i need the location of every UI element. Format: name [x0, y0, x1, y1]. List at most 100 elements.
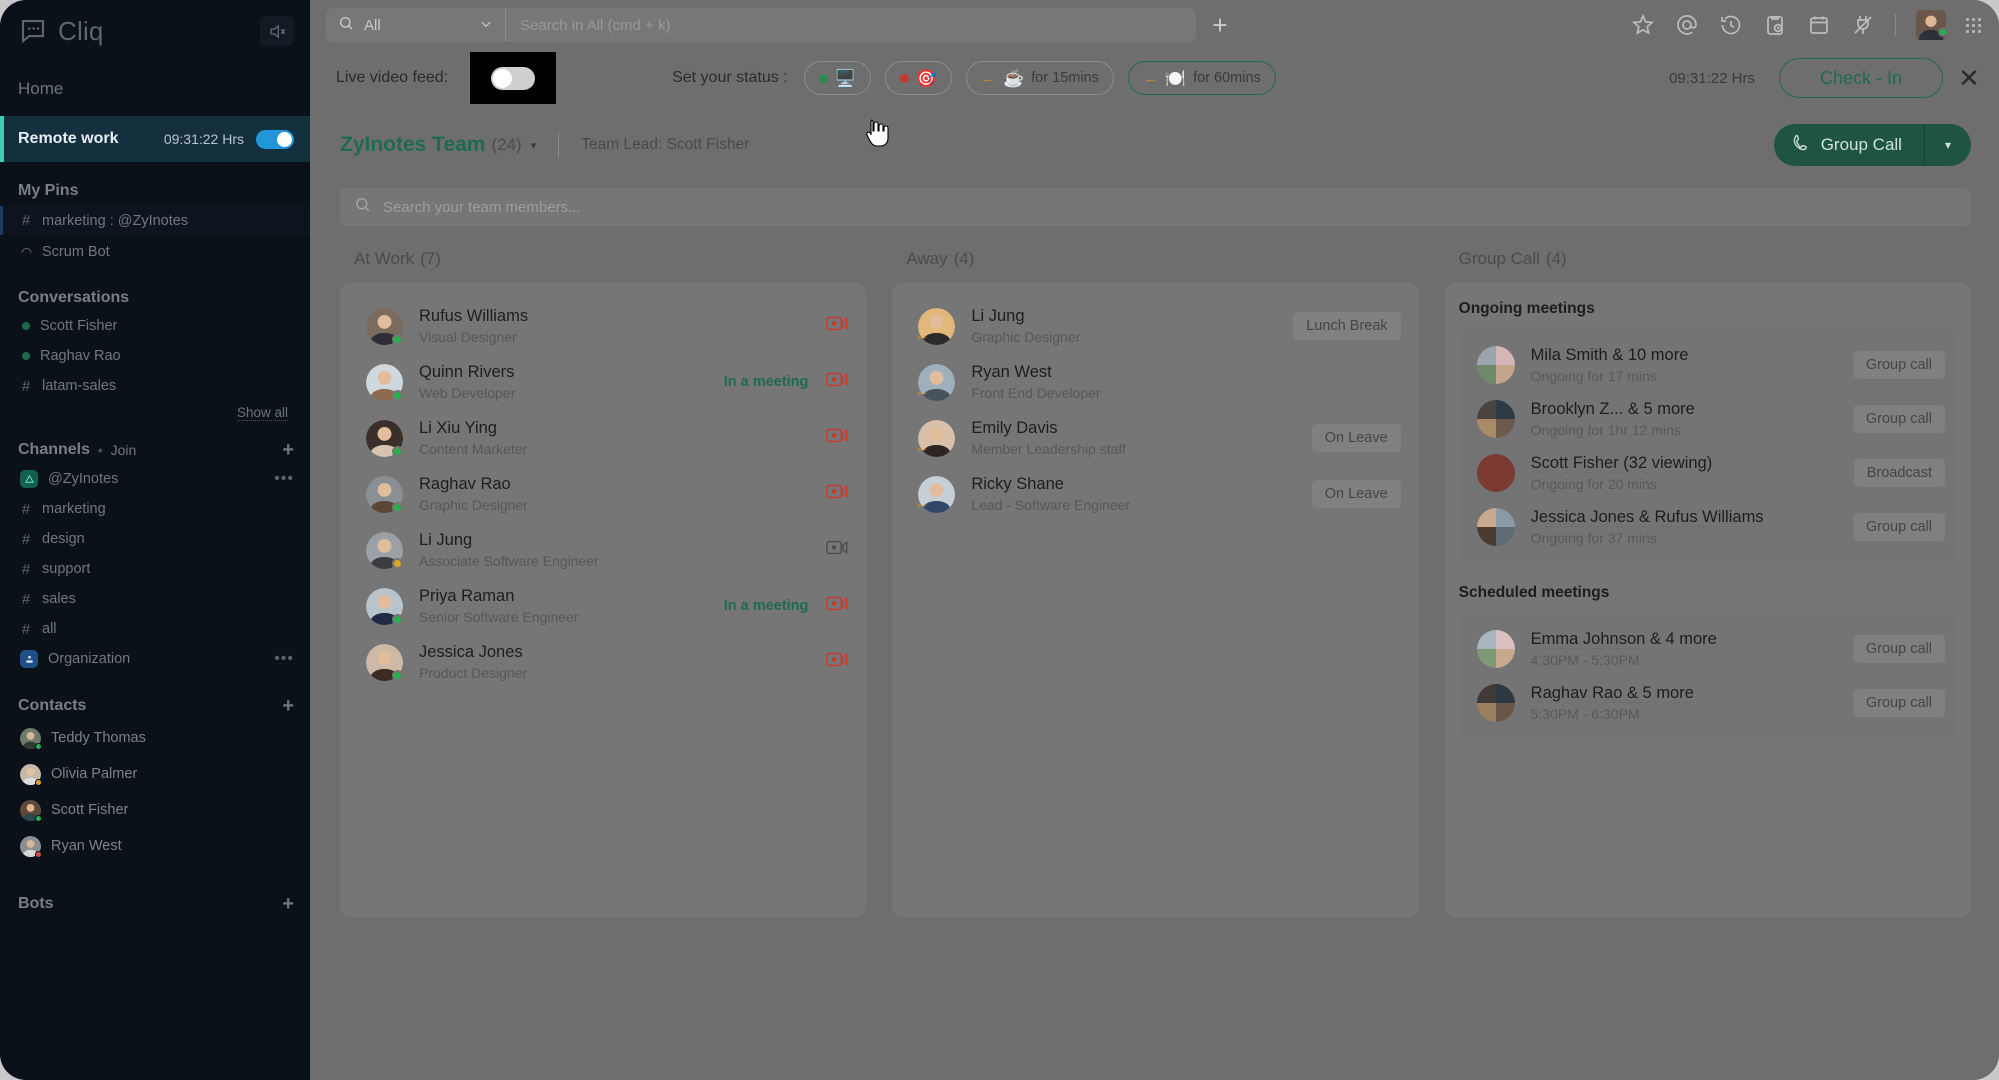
add-bot-button[interactable]: +	[282, 894, 294, 914]
channel-item-sales[interactable]: # sales	[0, 586, 310, 612]
apps-grid-icon[interactable]	[1966, 17, 1981, 33]
away-card: ← Li Jung Graphic Designer Lunch Break ← Ryan…	[892, 282, 1419, 918]
avatar: ←	[914, 363, 956, 401]
conversation-item-raghav-rao[interactable]: Raghav Rao	[0, 343, 310, 369]
meeting-action-button[interactable]: Broadcast	[1853, 459, 1945, 487]
group-call-button-label-wrap[interactable]: Group Call	[1774, 133, 1924, 157]
team-member-search[interactable]	[340, 188, 1971, 226]
at-mention-icon[interactable]	[1675, 13, 1699, 37]
meeting-action-button[interactable]: Group call	[1852, 635, 1945, 663]
table-row[interactable]: Rufus Williams Visual Designer	[340, 298, 866, 354]
contact-item-olivia-palmer[interactable]: Olivia Palmer	[0, 758, 310, 790]
meeting-action-button[interactable]: Group call	[1852, 513, 1945, 541]
list-item[interactable]: Raghav Rao & 5 more 5:30PM - 6:30PM Group …	[1457, 676, 1959, 730]
row-meta	[826, 316, 848, 336]
table-row[interactable]: Jessica Jones Product Designer	[340, 634, 866, 690]
add-channel-button[interactable]: +	[282, 440, 294, 460]
video-call-icon[interactable]	[826, 596, 848, 616]
live-video-feed-toggle[interactable]	[491, 66, 536, 90]
new-chat-button[interactable]: +	[1200, 8, 1240, 42]
table-row[interactable]: ← Li Jung Graphic Designer Lunch Break	[892, 298, 1418, 354]
video-call-icon[interactable]	[826, 316, 848, 336]
meeting-title[interactable]: Scott Fisher (32 viewing)	[1530, 454, 1713, 473]
team-name[interactable]: ZyInotes Team	[340, 133, 485, 157]
meeting-title[interactable]: Jessica Jones & Rufus Williams	[1530, 508, 1764, 527]
video-call-icon[interactable]	[826, 540, 848, 560]
team-lead-name[interactable]: Scott Fisher	[666, 136, 750, 154]
team-member-search-input[interactable]	[383, 198, 1957, 216]
table-row[interactable]: ← Emily Davis Member Leadership staff On Le…	[892, 410, 1418, 466]
status-chip-available[interactable]: 🖥️	[803, 61, 871, 95]
history-icon[interactable]	[1719, 13, 1743, 37]
table-row[interactable]: ← Ricky Shane Lead - Software Engineer On L…	[892, 466, 1418, 522]
table-row[interactable]: ← Ryan West Front End Developer	[892, 354, 1418, 410]
star-icon[interactable]	[1631, 13, 1655, 37]
channel-item-design[interactable]: # design	[0, 526, 310, 552]
channel-more-icon[interactable]: •••	[274, 470, 294, 488]
group-call-dropdown-caret[interactable]: ▾	[1925, 138, 1971, 152]
row-meta: On Leave	[1311, 424, 1401, 452]
remote-work-toggle[interactable]	[256, 129, 294, 149]
conversations-show-all-link[interactable]: Show all	[0, 403, 310, 421]
video-call-icon[interactable]	[826, 484, 848, 504]
conversation-item-latam-sales[interactable]: # latam-sales	[0, 373, 310, 399]
channel-label: @ZyInotes	[48, 471, 119, 487]
meeting-title[interactable]: Emma Johnson & 4 more	[1530, 630, 1717, 649]
conversations-title: Conversations	[18, 289, 130, 306]
table-row[interactable]: Li Jung Associate Software Engineer	[340, 522, 866, 578]
contact-item-scott-fisher[interactable]: Scott Fisher	[0, 794, 310, 826]
video-call-icon[interactable]	[826, 652, 848, 672]
channels-join-link[interactable]: Join	[111, 442, 137, 458]
calendar-icon[interactable]	[1807, 13, 1831, 37]
speaker-mute-icon[interactable]	[260, 16, 294, 46]
plug-icon[interactable]	[1851, 13, 1875, 37]
meeting-action-button[interactable]: Group call	[1852, 405, 1945, 433]
sidebar-item-home[interactable]: Home	[0, 62, 310, 116]
contact-item-teddy-thomas[interactable]: Teddy Thomas	[0, 722, 310, 754]
meeting-title[interactable]: Raghav Rao & 5 more	[1530, 684, 1694, 703]
member-name: Li Jung	[971, 307, 1025, 325]
chevron-down-icon[interactable]: ▾	[531, 139, 537, 152]
channel-item-organization[interactable]: Organization •••	[0, 646, 310, 672]
channel-item-marketing[interactable]: # marketing	[0, 496, 310, 522]
group-call-button[interactable]: Group Call ▾	[1773, 124, 1971, 166]
contact-item-ryan-west[interactable]: Ryan West	[0, 830, 310, 862]
global-search-input[interactable]	[506, 8, 1196, 42]
meeting-title[interactable]: Mila Smith & 10 more	[1530, 346, 1689, 365]
org-chip-icon	[20, 470, 38, 488]
list-item[interactable]: Scott Fisher (32 viewing) Ongoing for 20 …	[1457, 446, 1959, 500]
channel-more-icon[interactable]: •••	[274, 650, 294, 668]
live-video-feed-toggle-highlight[interactable]	[470, 52, 557, 104]
list-item[interactable]: Mila Smith & 10 more Ongoing for 17 mins G…	[1457, 338, 1959, 392]
avatar[interactable]	[1916, 10, 1948, 40]
channel-item-all[interactable]: # all	[0, 616, 310, 642]
conversation-label: latam-sales	[42, 378, 117, 394]
remote-work-row[interactable]: Remote work 09:31:22 Hrs	[0, 116, 310, 162]
status-chip-busy[interactable]: 🎯	[884, 61, 953, 95]
meeting-subtitle: Ongoing for 20 mins	[1530, 476, 1657, 492]
table-row[interactable]: Priya Raman Senior Software Engineer In a …	[340, 578, 866, 634]
conversation-item-scott-fisher[interactable]: Scott Fisher	[0, 313, 310, 339]
list-item[interactable]: Jessica Jones & Rufus Williams Ongoing fo…	[1457, 500, 1959, 554]
video-call-icon[interactable]	[826, 428, 848, 448]
meeting-action-button[interactable]: Group call	[1852, 351, 1945, 379]
check-in-button[interactable]: Check - In	[1778, 58, 1943, 98]
channel-item-zyinotes[interactable]: @ZyInotes •••	[0, 466, 310, 492]
list-item[interactable]: Brooklyn Z... & 5 more Ongoing for 1hr 12…	[1457, 392, 1959, 446]
video-call-icon[interactable]	[826, 372, 848, 392]
close-icon[interactable]: ✕	[1943, 63, 1995, 94]
add-contact-button[interactable]: +	[282, 696, 294, 716]
channel-item-support[interactable]: # support	[0, 556, 310, 582]
status-chip-lunch-60mins[interactable]: ← 🍽️ for 60mins	[1127, 61, 1276, 95]
table-row[interactable]: Quinn Rivers Web Developer In a meeting	[340, 354, 866, 410]
pin-item-scrum-bot[interactable]: Scrum Bot	[0, 239, 310, 265]
pin-item-marketing[interactable]: # marketing : @ZyInotes	[0, 206, 310, 235]
search-scope-dropdown[interactable]: All	[326, 8, 506, 42]
table-row[interactable]: Li Xiu Ying Content Marketer	[340, 410, 866, 466]
meeting-action-button[interactable]: Group call	[1852, 689, 1945, 717]
meeting-title[interactable]: Brooklyn Z... & 5 more	[1530, 400, 1695, 419]
list-item[interactable]: Emma Johnson & 4 more 4:30PM - 5:30PM Grou…	[1457, 622, 1959, 676]
status-chip-coffee-15mins[interactable]: ← ☕ for 15mins	[966, 61, 1114, 95]
clipboard-clock-icon[interactable]	[1763, 13, 1787, 37]
table-row[interactable]: Raghav Rao Graphic Designer	[340, 466, 866, 522]
